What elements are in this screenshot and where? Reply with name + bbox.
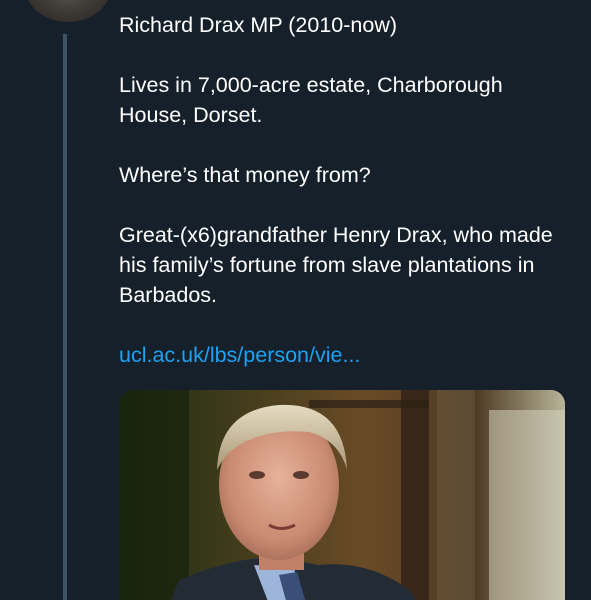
tweet-paragraph: Where’s that money from? bbox=[119, 163, 371, 187]
link-preview-photo bbox=[119, 390, 565, 600]
thread-connector-line bbox=[63, 34, 67, 600]
link-preview-card[interactable] bbox=[119, 390, 565, 600]
tweet-link[interactable]: ucl.ac.uk/lbs/person/vie... bbox=[119, 340, 360, 370]
tweet-paragraph: Great-(x6)grandfather Henry Drax, who ma… bbox=[119, 223, 559, 307]
tweet-paragraph: Richard Drax MP (2010-now) bbox=[119, 13, 398, 37]
avatar[interactable] bbox=[26, 0, 110, 22]
tweet-text: Richard Drax MP (2010-now) Lives in 7,00… bbox=[119, 10, 564, 370]
tweet-paragraph: Lives in 7,000-acre estate, Charborough … bbox=[119, 73, 509, 127]
